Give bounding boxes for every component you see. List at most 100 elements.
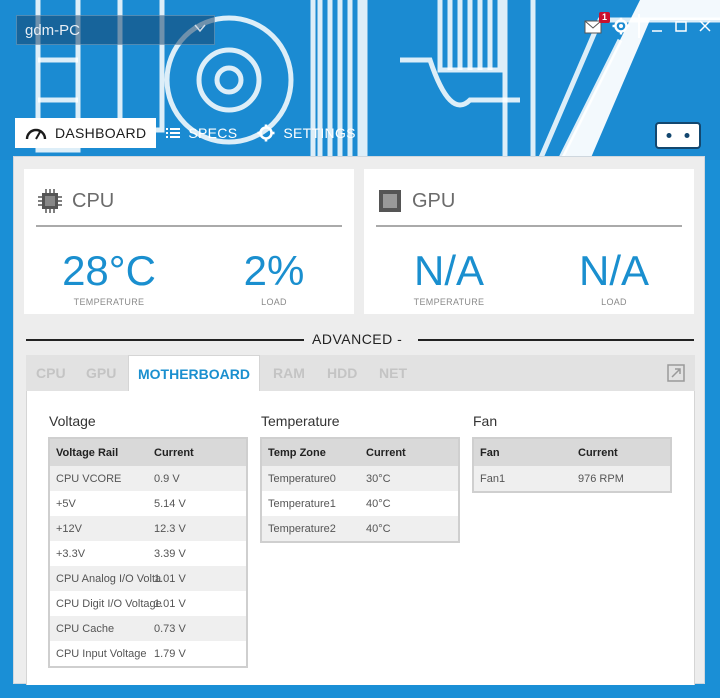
cpu-temperature-value: 28°C: [62, 247, 156, 294]
table-row: +12V 12.3 V: [50, 516, 246, 541]
gpu-card-title: GPU: [378, 189, 455, 213]
cpu-load-value: 2%: [243, 247, 305, 294]
mail-button[interactable]: 1: [584, 12, 610, 34]
popout-icon: [667, 364, 685, 382]
table-cell: CPU Analog I/O Volta: [56, 572, 162, 585]
device-button[interactable]: [655, 122, 701, 149]
tab-motherboard[interactable]: MOTHERBOARD: [128, 355, 260, 391]
table-cell: CPU Digit I/O Voltage: [56, 597, 162, 610]
table-row: Temperature0 30°C: [262, 466, 458, 491]
advanced-toggle[interactable]: ADVANCED -: [26, 327, 694, 351]
table-row: CPU VCORE 0.9 V: [50, 466, 246, 491]
pc-name-label: gdm-PC: [25, 22, 81, 39]
column-header: Voltage Rail: [56, 446, 119, 459]
table-cell: 5.14 V: [154, 497, 186, 510]
popout-button[interactable]: [667, 364, 685, 382]
gpu-title: GPU: [412, 189, 456, 212]
minimize-button[interactable]: [650, 19, 664, 33]
tab-dashboard[interactable]: DASHBOARD: [15, 118, 157, 148]
table-cell: 40°C: [366, 497, 391, 510]
fan-table: Fan Current Fan1 976 RPM: [472, 437, 672, 493]
table-row: Temperature1 40°C: [262, 491, 458, 516]
table-row: CPU Digit I/O Voltage 1.01 V: [50, 591, 246, 616]
tab-specs[interactable]: SPECS: [156, 118, 247, 148]
gpu-temperature-value: N/A: [413, 247, 484, 294]
table-row: +3.3V 3.39 V: [50, 541, 246, 566]
maximize-button[interactable]: [674, 19, 688, 33]
temperature-title: Temperature: [261, 413, 340, 429]
tab-hdd[interactable]: HDD: [327, 355, 357, 391]
cpu-temperature: 28°C TEMPERATURE: [44, 247, 174, 307]
tab-dashboard-label: DASHBOARD: [55, 125, 147, 141]
tab-cpu[interactable]: CPU: [36, 355, 66, 391]
dashboard-panel: CPU 28°C TEMPERATURE 2% LOAD GPU N/A TEM…: [13, 156, 705, 685]
table-cell: Temperature0: [268, 472, 336, 485]
motherboard-content: Voltage Voltage Rail Current CPU VCORE 0.…: [26, 391, 695, 685]
table-cell: 0.73 V: [154, 622, 186, 635]
table-row: Temperature2 40°C: [262, 516, 458, 541]
advanced-label: ADVANCED -: [312, 331, 403, 347]
tab-specs-label: SPECS: [188, 125, 238, 141]
gpu-chip-icon: [379, 190, 401, 212]
divider: [36, 225, 342, 227]
table-cell: 1.01 V: [154, 572, 186, 585]
temperature-table: Temp Zone Current Temperature0 30°C Temper…: [260, 437, 460, 543]
gpu-temperature-label: TEMPERATURE: [413, 297, 485, 307]
divider: [376, 225, 682, 227]
tab-ram[interactable]: RAM: [273, 355, 305, 391]
column-header: Temp Zone: [268, 446, 326, 459]
close-button[interactable]: [698, 19, 712, 33]
gpu-load-value: N/A: [578, 247, 649, 294]
table-cell: 40°C: [366, 522, 391, 535]
advanced-tabs: CPU GPU MOTHERBOARD RAM HDD NET: [26, 355, 695, 391]
table-cell: CPU VCORE: [56, 472, 122, 485]
list-icon: [166, 128, 181, 138]
minimize-icon: [652, 30, 662, 32]
gear-icon: [257, 124, 275, 142]
cpu-temperature-label: TEMPERATURE: [73, 297, 145, 307]
gpu-temperature: N/A TEMPERATURE: [389, 247, 509, 307]
speedometer-icon: [25, 128, 47, 140]
tab-gpu[interactable]: GPU: [86, 355, 116, 391]
divider: [26, 339, 304, 341]
app-header: gdm-PC 1 DASHBOARD SPECS SETTINGS: [0, 0, 720, 160]
table-row: +5V 5.14 V: [50, 491, 246, 516]
settings-gear-button[interactable]: [612, 17, 630, 35]
cpu-title: CPU: [72, 189, 115, 212]
column-header: Fan: [480, 446, 500, 459]
column-header: Current: [154, 446, 194, 459]
table-cell: 976 RPM: [578, 472, 624, 485]
tab-net[interactable]: NET: [379, 355, 407, 391]
cpu-chip-icon: [38, 189, 62, 213]
chevron-down-icon: [194, 22, 206, 36]
gpu-load-label: LOAD: [601, 297, 627, 307]
table-cell: Fan1: [480, 472, 506, 485]
table-cell: +3.3V: [56, 547, 86, 560]
table-row: CPU Input Voltage 1.79 V: [50, 641, 246, 666]
table-cell: 1.79 V: [154, 647, 186, 660]
cpu-load: 2% LOAD: [214, 247, 334, 307]
main-tabs: DASHBOARD SPECS SETTINGS: [15, 118, 366, 148]
tab-settings[interactable]: SETTINGS: [247, 118, 365, 148]
divider: [638, 14, 640, 38]
maximize-icon: [675, 21, 687, 32]
table-cell: 30°C: [366, 472, 391, 485]
window-controls: 1: [584, 12, 712, 38]
device-icon: [666, 133, 690, 138]
divider: [418, 339, 694, 341]
gpu-load: N/A LOAD: [554, 247, 674, 307]
voltage-table: Voltage Rail Current CPU VCORE 0.9 V +5V 5.…: [48, 437, 248, 668]
table-cell: CPU Input Voltage: [56, 647, 147, 660]
table-header: Voltage Rail Current: [50, 439, 246, 466]
cpu-card: CPU 28°C TEMPERATURE 2% LOAD: [24, 169, 354, 314]
voltage-title: Voltage: [49, 413, 96, 429]
pc-selector[interactable]: gdm-PC: [16, 15, 215, 45]
table-row: CPU Analog I/O Volta 1.01 V: [50, 566, 246, 591]
table-cell: +12V: [56, 522, 82, 535]
column-header: Current: [366, 446, 406, 459]
tab-settings-label: SETTINGS: [283, 125, 356, 141]
table-cell: CPU Cache: [56, 622, 115, 635]
fan-title: Fan: [473, 413, 498, 429]
table-cell: Temperature2: [268, 522, 336, 535]
table-header: Fan Current: [474, 439, 670, 466]
